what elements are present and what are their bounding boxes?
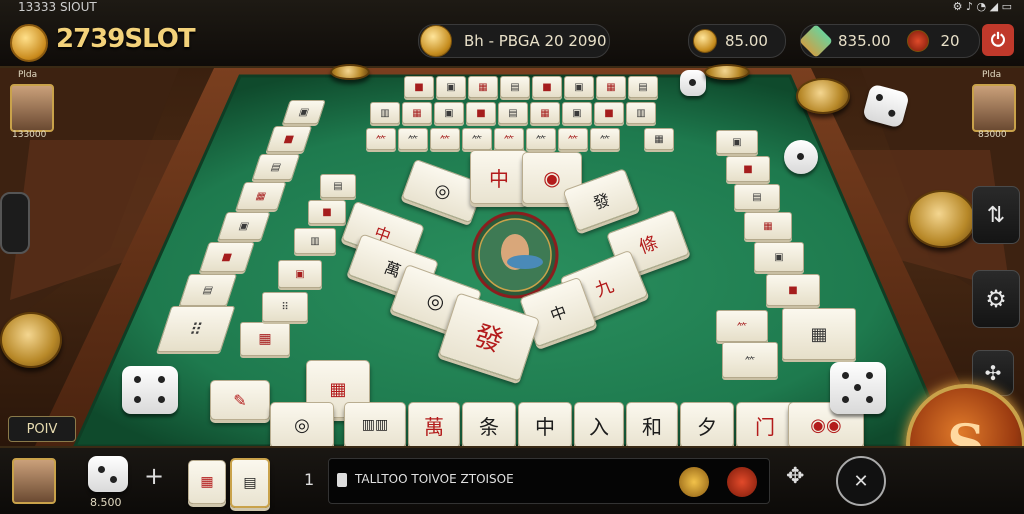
hand-tile[interactable]: 萬 [408,402,460,448]
left-discard-tile: ◎ [270,402,334,448]
balance-pill-1: 85.00 [688,24,786,58]
hand-tile[interactable]: 条 [462,402,516,448]
power-icon: ✕ [853,470,869,492]
tiger-badge-icon [679,467,709,497]
chip-stack-right [908,190,976,248]
count-indicator: 1 [304,470,315,489]
app-logo: 2739SLOT [56,24,196,54]
top-wall-row-1: ■ ▣ ▦ ▤ ■ ▣ ▦ ▤ [404,76,658,98]
left-discard-tile: ✎ [210,380,270,420]
message-icon [337,473,347,487]
logo-coin-icon [10,24,48,62]
bet-coin-icon [906,30,929,52]
bottom-meld-tile[interactable]: ▦ [188,460,226,504]
message-text: TALLTOO TOIVOE ZTOISOE [355,472,514,486]
room-coin-icon [420,25,452,57]
music-icon: ✣ [984,361,1002,385]
add-button[interactable]: + [144,462,164,490]
right-player-avatar[interactable] [972,84,1016,132]
left-player-score: 133000 [12,130,47,140]
round-marker [784,140,818,174]
balance-coin-icon [693,29,717,53]
chip-stack-top-right [796,78,850,114]
hand-tile[interactable]: 门 [736,402,794,448]
room-info-pill: Bh - PBGA 20 2090 [418,24,610,58]
cup-left [0,192,30,254]
chip-stack-left [0,312,62,368]
room-info-label: Bh - PBGA 20 2090 [464,32,607,50]
poiv-button[interactable]: POIV [8,416,76,442]
bottom-player-score: 8.500 [90,496,122,509]
system-icons: ⚙ ♪ ◔ ◢ ▭ [952,0,1012,13]
message-box: TALLTOO TOIVOE ZTOISOE [328,458,770,504]
right-player-score: 83000 [978,130,1007,140]
bottom-meld-tile[interactable]: ▤ [230,458,270,508]
dragon-badge-icon [727,467,757,497]
hand-tile[interactable]: 夕 [680,402,734,448]
gem-icon [799,24,833,58]
bet-value: 20 [940,32,960,50]
left-player-avatar[interactable] [10,84,54,132]
bottom-player-avatar[interactable] [12,458,56,504]
power-button[interactable]: ✕ [836,456,886,506]
hand-tile[interactable]: 中 [518,402,572,448]
player-hand: ▥▥ 萬 条 中 入 和 夕 门 [344,402,794,448]
dice-left[interactable] [122,366,178,414]
chip-top-2 [704,64,750,80]
hand-tile[interactable]: 入 [574,402,624,448]
center-tile: 中 [470,150,528,204]
top-single-tile: ▦ [644,128,674,150]
status-text: 13333 SIOUT [18,0,97,14]
bottom-dice[interactable] [88,456,128,492]
bottom-bar: 8.500 + ▦ ▤ 1 TALLTOO TOIVOE ZTOISOE ✥ ✕ [0,446,1024,514]
dice-right[interactable] [830,362,886,414]
chip-top [330,64,370,80]
discard-icon: ⇅ [986,202,1006,228]
balance-1-value: 85.00 [725,32,768,50]
discard-button[interactable]: ⇅ [972,186,1020,244]
right-player-name: Plda [982,70,1002,80]
hand-tile[interactable]: 和 [626,402,678,448]
top-wall-row-2: ▥ ▦ ▣ ■ ▤ ▦ ▣ ■ ▥ [370,102,656,124]
settings-icon: ⚙ [985,285,1007,313]
hand-tile[interactable]: ▥▥ [344,402,406,448]
poiv-label: POIV [26,421,58,437]
exit-button[interactable]: ⏻ [982,24,1014,56]
top-wall-row-3: ⺮⺮⺮⺮⺮⺮⺮⺮ [366,128,620,150]
balance-2-value: 835.00 [838,32,891,50]
top-bar: 13333 SIOUT ⚙ ♪ ◔ ◢ ▭ 2739SLOT Bh - PBGA… [0,0,1024,68]
left-player-name: Plda [18,70,38,80]
settings-button[interactable]: ⚙ [972,270,1020,328]
compass-icon[interactable]: ✥ [786,464,804,489]
dice-top [680,70,706,96]
balance-pill-2[interactable]: 835.00 20 [799,24,980,58]
